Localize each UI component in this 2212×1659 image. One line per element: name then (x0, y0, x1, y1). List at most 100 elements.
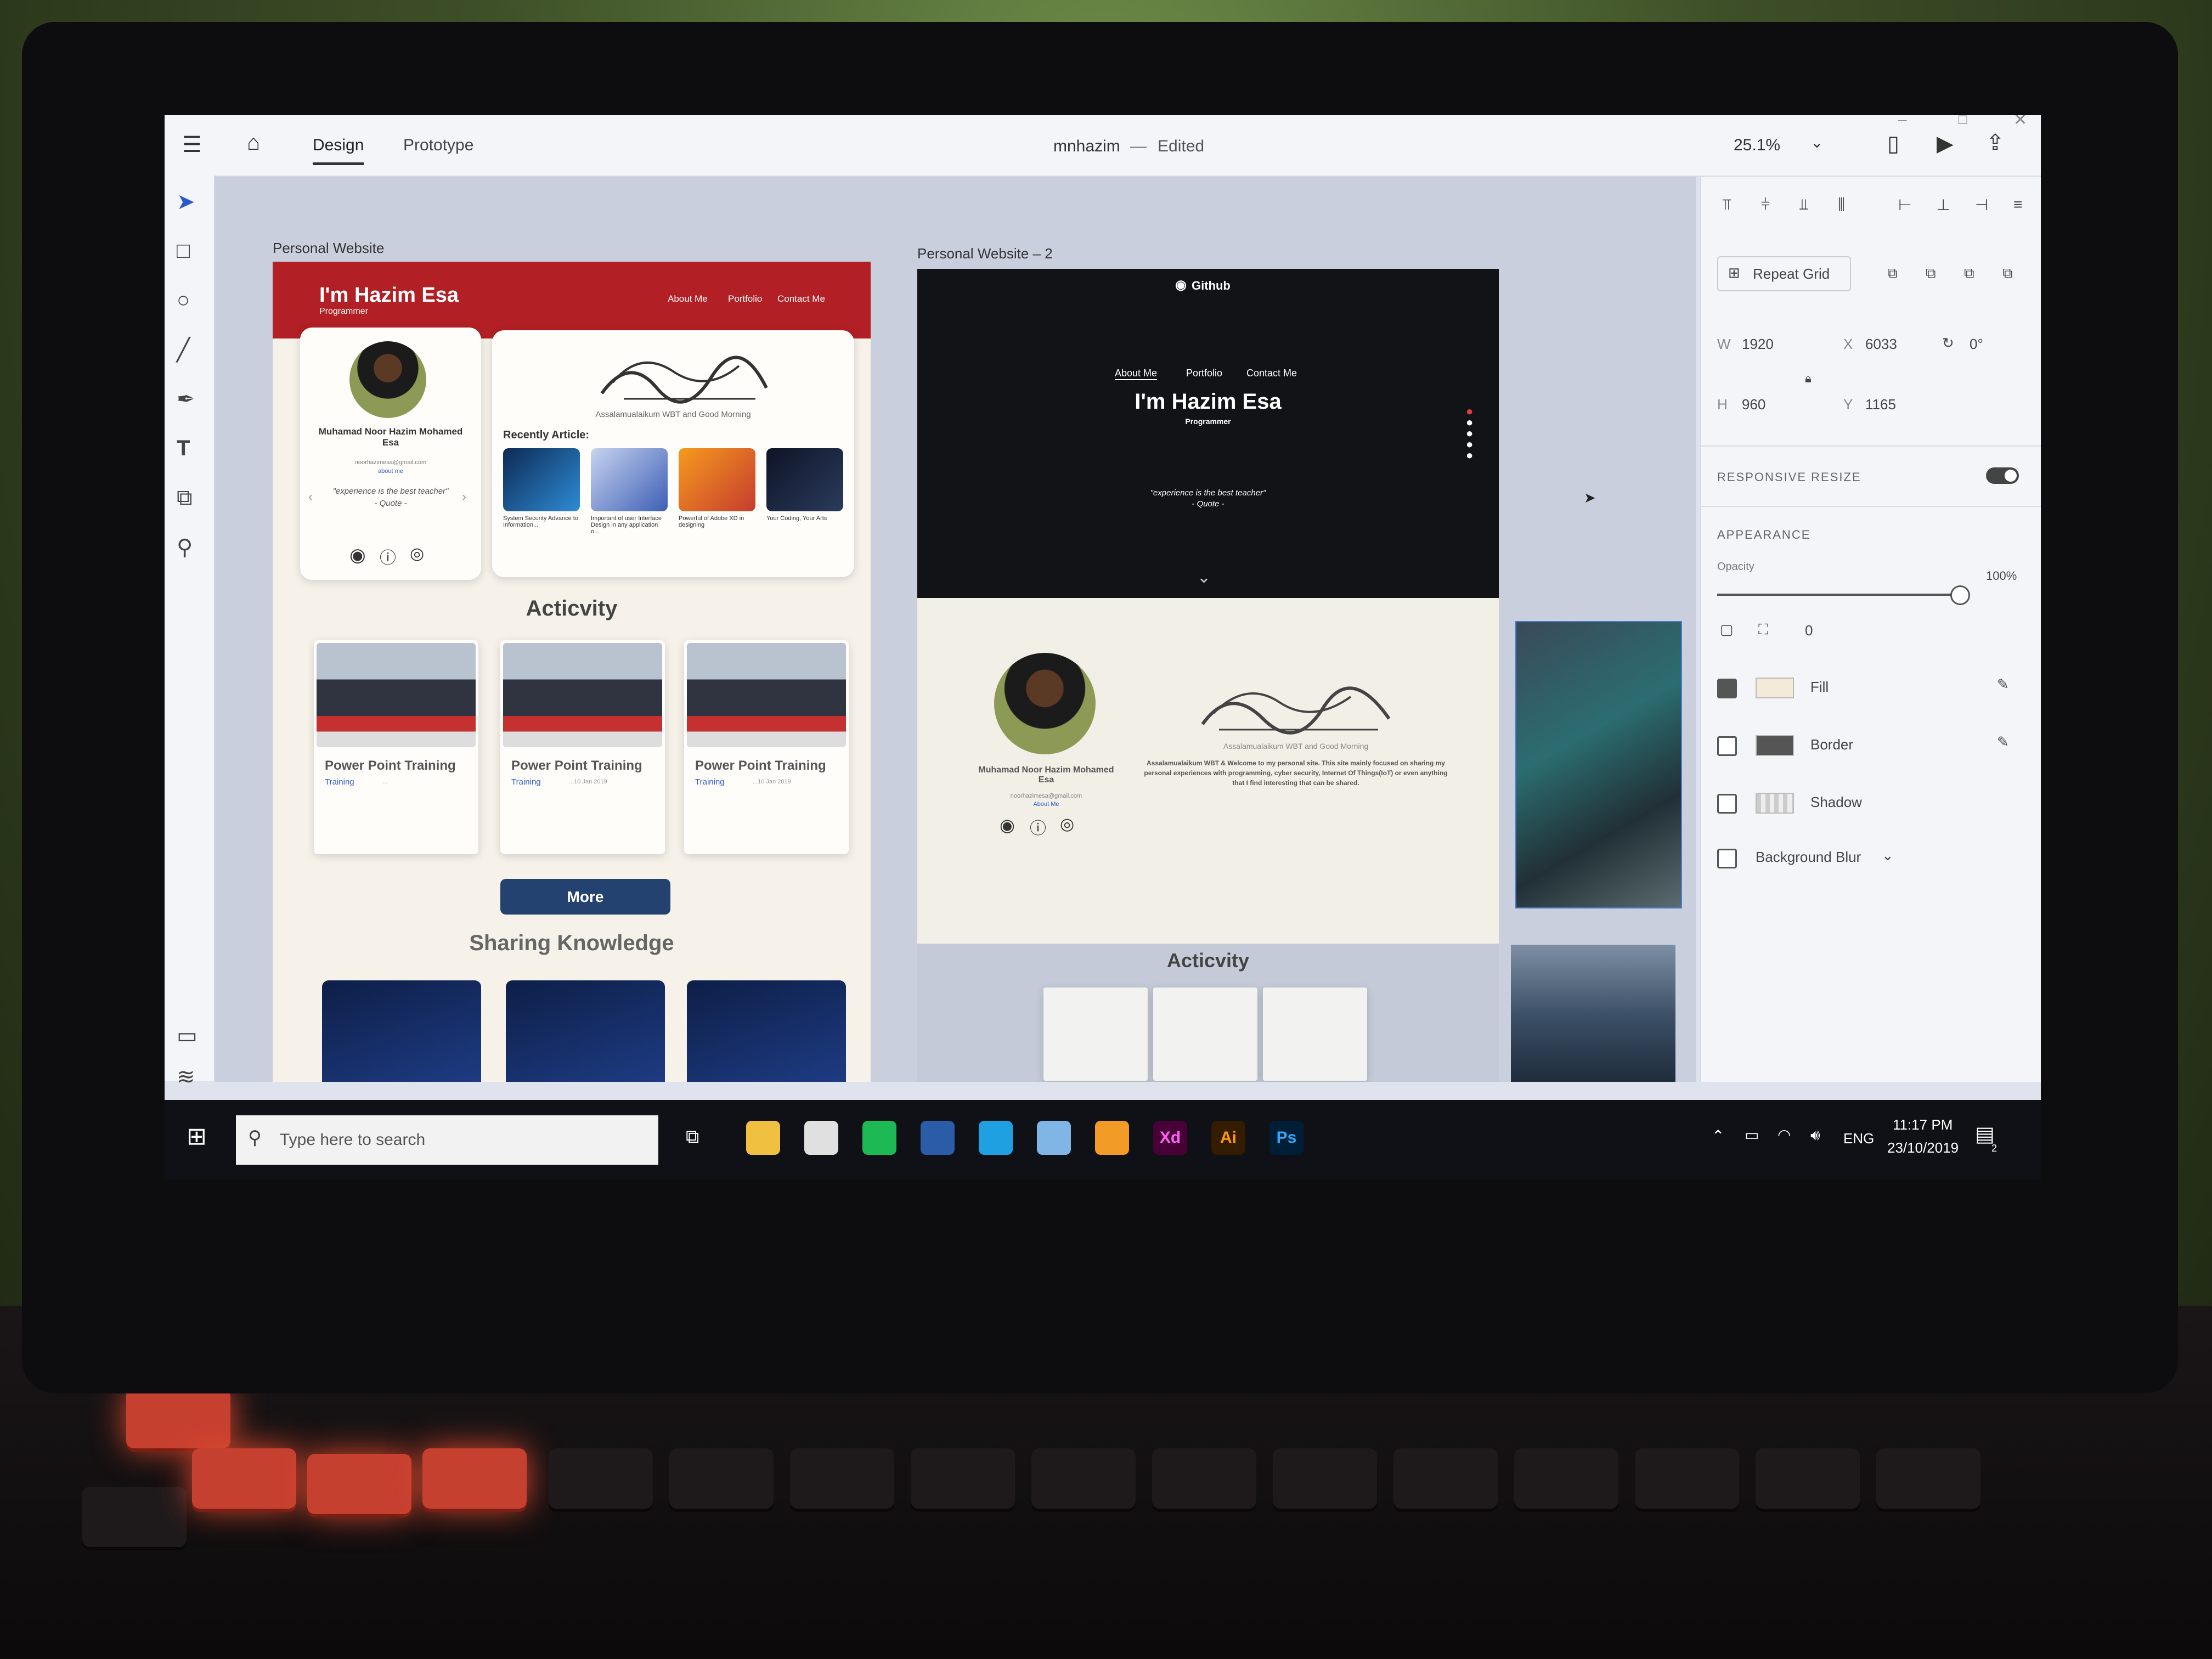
activity-card[interactable] (1043, 988, 1148, 1081)
design-canvas[interactable]: Personal Website I'm Hazim Esa Programme… (215, 177, 1696, 1082)
activity-card[interactable] (1153, 988, 1257, 1081)
car-image-selected[interactable] (1515, 621, 1682, 909)
fill-checkbox[interactable] (1717, 679, 1737, 698)
eyedropper-icon[interactable]: ✎ (1997, 733, 2009, 751)
minimize-icon[interactable]: – (1898, 115, 1907, 127)
rectangle-tool-icon[interactable]: □ (177, 239, 190, 263)
chevron-down-icon[interactable]: ⌄ (1810, 135, 1823, 150)
ellipse-tool-icon[interactable]: ○ (177, 288, 190, 313)
width-field[interactable]: 1920 (1742, 336, 1774, 353)
border-checkbox[interactable] (1717, 736, 1737, 756)
illustrator-taskbar-icon[interactable]: Ai (1211, 1121, 1245, 1155)
article-thumbnail[interactable] (679, 448, 755, 511)
opacity-slider-track[interactable] (1717, 594, 1959, 596)
battery-icon[interactable]: ▭ (1745, 1127, 1759, 1143)
linkedin-icon[interactable]: ⓘ (1030, 815, 1046, 839)
sea-image[interactable] (1511, 945, 1675, 1082)
shadow-swatch[interactable] (1756, 793, 1794, 814)
activity-card[interactable] (1263, 988, 1367, 1081)
distribute-horizontal-icon[interactable]: ≡ (2013, 196, 2022, 213)
more-button[interactable]: More (500, 879, 670, 915)
x-field[interactable]: 6033 (1865, 336, 1897, 353)
boolean-intersect-icon[interactable]: ⧉ (1964, 264, 1974, 282)
shadow-checkbox[interactable] (1717, 794, 1737, 814)
artboard-tool-icon[interactable]: ⧉ (177, 486, 193, 510)
pen-tool-icon[interactable]: ✒ (177, 387, 195, 412)
hamburger-menu-icon[interactable]: ☰ (182, 134, 202, 156)
article-thumbnail[interactable] (591, 448, 668, 511)
align-left-icon[interactable]: ⊢ (1898, 196, 1911, 214)
spotify-taskbar-icon[interactable] (862, 1121, 896, 1155)
nav-about-me[interactable]: About Me (1115, 368, 1158, 380)
edge-taskbar-icon[interactable] (979, 1121, 1013, 1155)
distribute-icon[interactable]: ⫼ (1838, 196, 1845, 214)
layers-icon[interactable]: ≋ (177, 1064, 195, 1090)
instagram-icon[interactable]: ◎ (410, 544, 424, 563)
boolean-subtract-icon[interactable]: ⧉ (1926, 264, 1936, 282)
maximize-icon[interactable]: □ (1959, 115, 1967, 126)
app-blue-taskbar-icon[interactable] (1037, 1121, 1071, 1155)
linkedin-icon[interactable]: ⓘ (380, 544, 396, 568)
taskbar-search-box[interactable]: ⚲ Type here to search (236, 1115, 658, 1165)
page-dots-indicator[interactable]: ● ● ● ● ● (1466, 405, 1473, 461)
file-explorer-taskbar-icon[interactable] (746, 1121, 780, 1155)
article-thumbnail[interactable] (503, 448, 580, 511)
article-thumbnail[interactable] (766, 448, 843, 511)
chevron-down-icon[interactable]: ⌄ (1882, 847, 1894, 864)
nav-portfolio[interactable]: Portfolio (728, 294, 762, 304)
chevron-right-icon[interactable]: › (462, 489, 466, 505)
corner-radius-icon[interactable]: ▢ (1720, 621, 1734, 638)
tab-design[interactable]: Design (313, 136, 364, 165)
align-middle-icon[interactable]: ⫩ (1761, 196, 1770, 214)
language-indicator[interactable]: ENG (1843, 1130, 1874, 1147)
border-swatch[interactable] (1756, 735, 1794, 756)
clock-time[interactable]: 11:17 PM (1893, 1116, 1953, 1133)
knowledge-thumbnail[interactable] (687, 980, 846, 1082)
share-icon[interactable]: ⇪ (1986, 132, 2005, 154)
artboard-personal-website[interactable]: I'm Hazim Esa Programmer About Me Portfo… (273, 262, 871, 1082)
github-icon[interactable]: ◉ (349, 544, 366, 566)
text-tool-icon[interactable]: T (177, 436, 190, 461)
align-right-icon[interactable]: ⊣ (1975, 196, 1988, 214)
home-icon[interactable]: ⌂ (247, 132, 260, 154)
artboard-label[interactable]: Personal Website – 2 (917, 245, 1053, 262)
nav-contact-me[interactable]: Contact Me (777, 294, 825, 304)
knowledge-thumbnail[interactable] (322, 980, 481, 1082)
background-blur-checkbox[interactable] (1717, 849, 1737, 868)
knowledge-thumbnail[interactable] (506, 980, 665, 1082)
boolean-exclude-icon[interactable]: ⧉ (2002, 264, 2013, 282)
powershell-taskbar-icon[interactable] (921, 1121, 955, 1155)
y-field[interactable]: 1165 (1865, 396, 1896, 413)
profile-link[interactable]: about me (311, 468, 470, 475)
corner-radius-individual-icon[interactable]: ⛶ (1758, 621, 1768, 639)
opacity-slider-handle[interactable] (1950, 585, 1970, 605)
rotation-field[interactable]: 0° (1970, 336, 1983, 353)
lock-aspect-icon[interactable]: 🔒︎ (1805, 371, 1812, 386)
github-icon[interactable]: ◉ (1000, 815, 1015, 836)
zoom-level[interactable]: 25.1% (1734, 136, 1780, 155)
align-center-icon[interactable]: ⊥ (1937, 196, 1950, 214)
chevron-up-icon[interactable]: ⌃ (1712, 1128, 1724, 1144)
volume-icon[interactable]: 🔊︎ (1810, 1127, 1820, 1143)
boolean-add-icon[interactable]: ⧉ (1887, 264, 1898, 282)
profile-link[interactable]: About Me (978, 801, 1115, 808)
opacity-value[interactable]: 100% (1986, 569, 2017, 583)
line-tool-icon[interactable]: ╱ (177, 337, 190, 363)
nav-portfolio[interactable]: Portfolio (1186, 368, 1222, 379)
tab-prototype[interactable]: Prototype (403, 136, 473, 155)
fill-swatch[interactable] (1756, 678, 1794, 698)
artboard-label[interactable]: Personal Website (273, 240, 384, 257)
corner-radius-field[interactable]: 0 (1805, 622, 1813, 639)
adobe-xd-taskbar-icon[interactable]: Xd (1153, 1121, 1187, 1155)
artboard-personal-website-2[interactable]: ◉ Github About Me Portfolio Contact Me I… (917, 269, 1499, 1082)
photoshop-taskbar-icon[interactable]: Ps (1269, 1121, 1304, 1155)
play-icon[interactable]: ▶ (1937, 133, 1954, 155)
height-field[interactable]: 960 (1742, 396, 1765, 413)
eyedropper-icon[interactable]: ✎ (1997, 676, 2009, 693)
clock-date[interactable]: 23/10/2019 (1887, 1139, 1959, 1156)
align-top-icon[interactable]: ⫪ (1723, 196, 1731, 214)
nav-about-me[interactable]: About Me (668, 294, 708, 304)
notification-icon[interactable]: ▤ (1975, 1124, 1995, 1145)
task-view-icon[interactable]: ⧉ (686, 1127, 699, 1146)
chevron-left-icon[interactable]: ‹ (308, 489, 313, 505)
